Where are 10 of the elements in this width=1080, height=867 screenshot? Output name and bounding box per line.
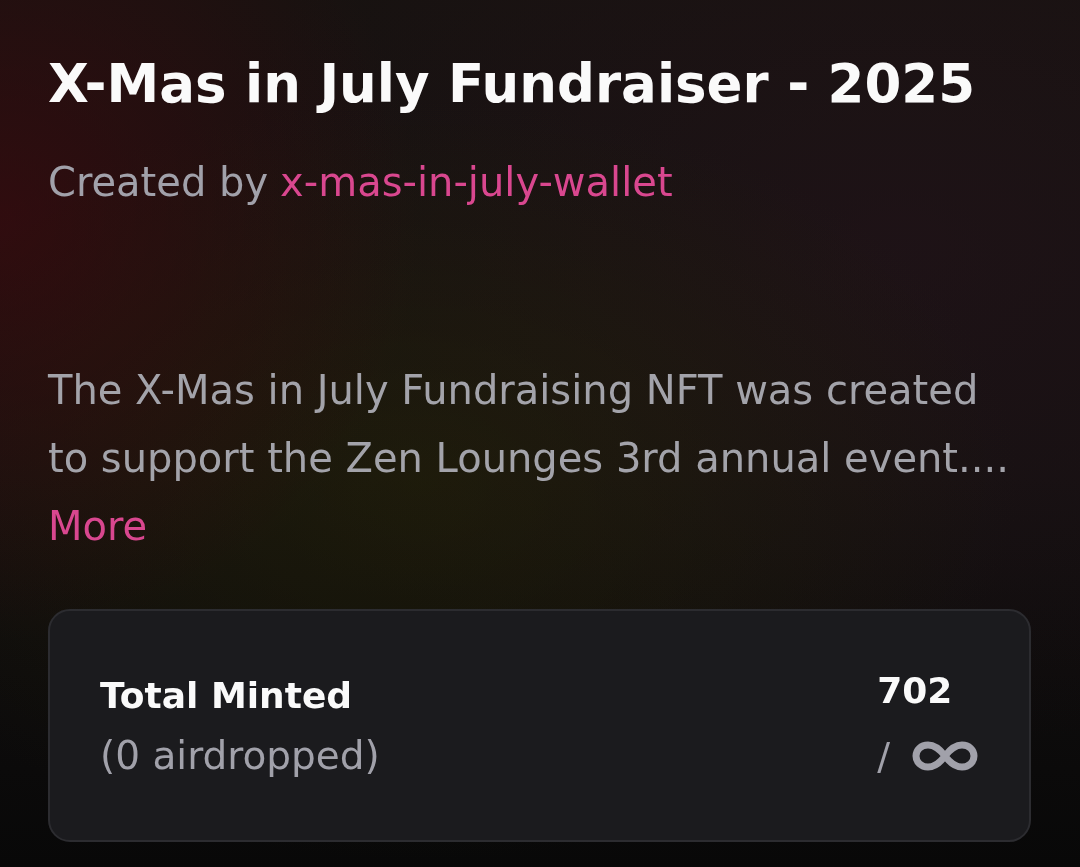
infinity-icon (912, 740, 978, 771)
description-text: The X-Mas in July Fundraising NFT was created to support the Zen Lounges 3rd annual event.... (48, 366, 1010, 483)
separator-text: / (877, 732, 890, 780)
creator-link[interactable]: x-mas-in-july-wallet (280, 158, 673, 206)
created-by-label: Created by (48, 158, 269, 206)
stat-label: Total Minted (100, 673, 353, 718)
stat-value: 702 (877, 668, 953, 713)
stat-sublabel: (0 airdropped) (100, 731, 380, 780)
more-link[interactable]: More (48, 492, 148, 560)
page-title: X-Mas in July Fundraiser - 2025 (48, 52, 976, 116)
